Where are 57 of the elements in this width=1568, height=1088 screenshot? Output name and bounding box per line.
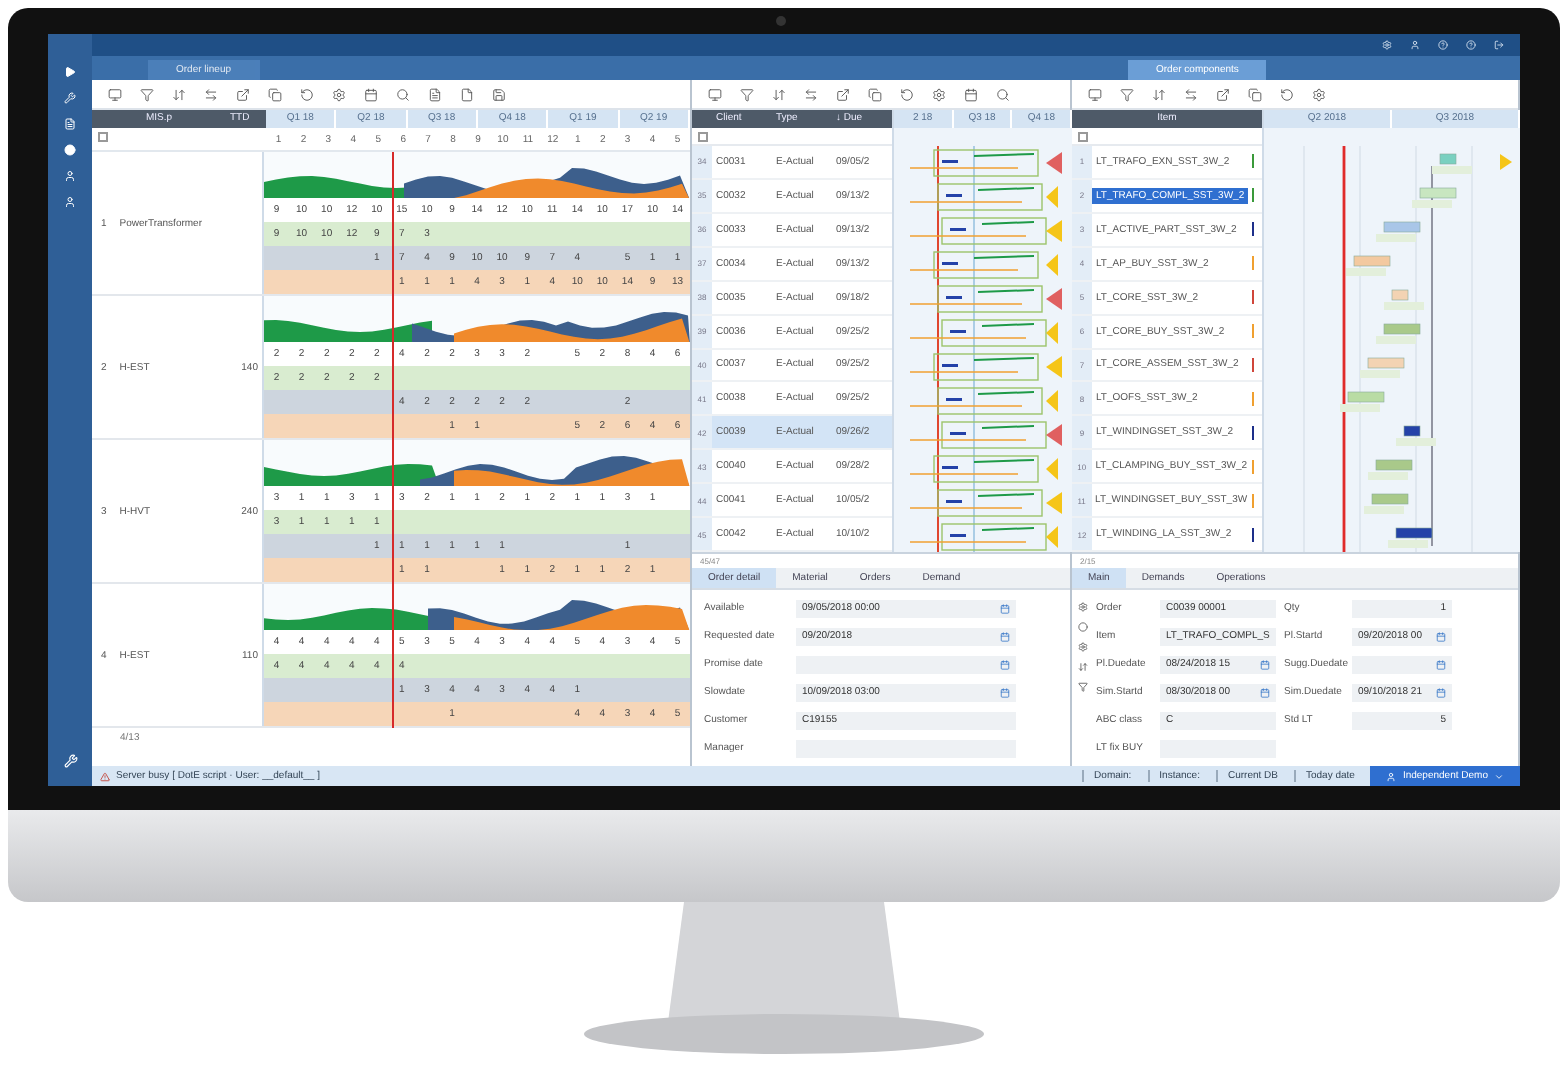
- sort-icon[interactable]: [772, 87, 786, 101]
- circle-icon[interactable]: [1077, 622, 1087, 632]
- document-icon[interactable]: [428, 87, 442, 101]
- calendar-icon[interactable]: [1436, 687, 1446, 697]
- calendar-icon[interactable]: [1000, 603, 1010, 613]
- select-all-checkbox[interactable]: [698, 131, 708, 141]
- warning-icon: [100, 771, 110, 781]
- date-field[interactable]: [1352, 655, 1452, 673]
- calendar-icon[interactable]: [964, 87, 978, 101]
- camera-icon: [776, 16, 786, 26]
- save-icon[interactable]: [492, 87, 506, 101]
- monitor-icon[interactable]: [108, 87, 122, 101]
- external-link-icon[interactable]: [236, 87, 250, 101]
- user-icon[interactable]: [64, 196, 76, 208]
- undo-icon[interactable]: [900, 87, 914, 101]
- filter-icon[interactable]: [1120, 87, 1134, 101]
- sort-icon[interactable]: [1077, 662, 1087, 672]
- calendar-icon[interactable]: [1000, 631, 1010, 641]
- swap-icon[interactable]: [804, 87, 818, 101]
- select-all-checkbox[interactable]: [1078, 131, 1088, 141]
- sort-icon[interactable]: [172, 87, 186, 101]
- date-field[interactable]: [796, 655, 1016, 673]
- logout-icon[interactable]: [1494, 40, 1504, 50]
- user-icon[interactable]: [64, 170, 76, 182]
- play-icon[interactable]: [64, 66, 76, 78]
- calendar-icon[interactable]: [364, 87, 378, 101]
- monitor-icon[interactable]: [1088, 87, 1102, 101]
- filter-icon[interactable]: [140, 87, 154, 101]
- calendar-icon[interactable]: [1436, 659, 1446, 669]
- file-icon[interactable]: [460, 87, 474, 101]
- calendar-icon[interactable]: [1260, 687, 1270, 697]
- help-icon[interactable]: [1466, 40, 1476, 50]
- external-link-icon[interactable]: [1216, 87, 1230, 101]
- calendar-icon[interactable]: [1000, 659, 1010, 669]
- chevron-down-icon: [1494, 771, 1504, 781]
- swap-icon[interactable]: [1184, 87, 1198, 101]
- calendar-icon[interactable]: [1000, 687, 1010, 697]
- wrench-icon[interactable]: [64, 92, 76, 104]
- copy-icon[interactable]: [868, 87, 882, 101]
- search-icon[interactable]: [996, 87, 1010, 101]
- sort-icon[interactable]: [1152, 87, 1166, 101]
- search-icon[interactable]: [396, 87, 410, 101]
- filter-icon[interactable]: [740, 87, 754, 101]
- calendar-icon[interactable]: [1260, 659, 1270, 669]
- user-icon: [1386, 771, 1397, 781]
- filter-icon[interactable]: [1077, 682, 1087, 692]
- user-icon[interactable]: [1410, 40, 1420, 50]
- copy-icon[interactable]: [268, 87, 282, 101]
- swap-icon[interactable]: [204, 87, 218, 101]
- copy-icon[interactable]: [1248, 87, 1262, 101]
- monitor-icon[interactable]: [708, 87, 722, 101]
- external-link-icon[interactable]: [836, 87, 850, 101]
- undo-icon[interactable]: [300, 87, 314, 101]
- help-icon[interactable]: [1438, 40, 1448, 50]
- select-all-checkbox[interactable]: [98, 132, 108, 142]
- undo-icon[interactable]: [1280, 87, 1294, 101]
- calendar-icon[interactable]: [1436, 631, 1446, 641]
